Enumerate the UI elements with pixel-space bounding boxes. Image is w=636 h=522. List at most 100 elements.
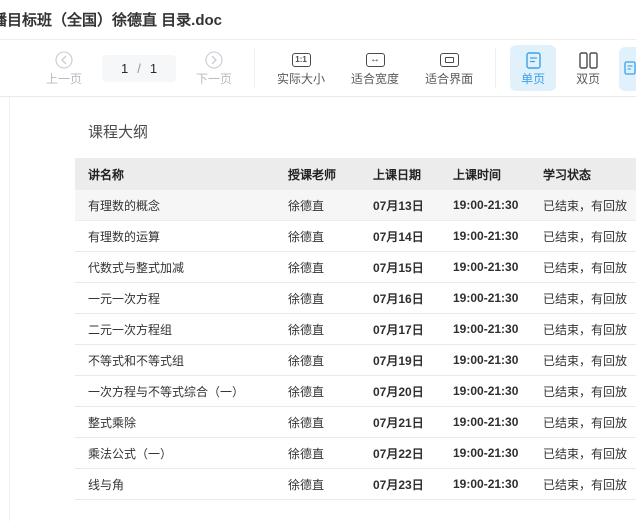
toolbar-divider [254, 48, 255, 88]
table-cell: 07月16日 [365, 290, 445, 307]
table-cell: 徐德直 [280, 383, 365, 400]
single-page-button[interactable]: 单页 [510, 45, 556, 91]
table-cell: 已结束，有回放 [535, 290, 636, 307]
table-cell: 19:00-21:30 [445, 322, 535, 336]
double-page-button[interactable]: 双页 [576, 51, 600, 85]
table-cell: 19:00-21:30 [445, 384, 535, 398]
table-header-cell: 授课老师 [280, 166, 365, 183]
table-cell: 已结束，有回放 [535, 197, 636, 214]
table-cell: 有理数的概念 [75, 197, 280, 214]
table-cell: 07月22日 [365, 445, 445, 462]
table-cell: 二元一次方程组 [75, 321, 280, 338]
page-total: 1 [150, 61, 157, 76]
page-current: 1 [121, 61, 128, 76]
table-row: 线与角徐德直07月23日19:00-21:30已结束，有回放 [75, 469, 636, 500]
chevron-left-circle-icon [55, 51, 73, 69]
next-page-button[interactable]: 下一页 [196, 51, 232, 85]
double-page-label: 双页 [576, 73, 600, 85]
table-row: 代数式与整式加减徐德直07月15日19:00-21:30已结束，有回放 [75, 252, 636, 283]
section-heading: 课程大纲 [88, 121, 636, 142]
prev-page-label: 上一页 [46, 73, 82, 85]
table-cell: 已结束，有回放 [535, 259, 636, 276]
table-cell: 徐德直 [280, 321, 365, 338]
table-cell: 线与角 [75, 476, 280, 493]
document-viewer: 播目标班（全国）徐德直 目录.doc 上一页 1 / 1 下一页 1:1 实际大… [0, 0, 636, 522]
document-title: 播目标班（全国）徐德直 目录.doc [0, 9, 222, 30]
table-cell: 已结束，有回放 [535, 445, 636, 462]
table-cell: 徐德直 [280, 445, 365, 462]
table-row: 一元一次方程徐德直07月16日19:00-21:30已结束，有回放 [75, 283, 636, 314]
prev-page-button[interactable]: 上一页 [46, 51, 82, 85]
horizontal-arrows-box-icon: ↔ [366, 51, 385, 69]
table-cell: 已结束，有回放 [535, 228, 636, 245]
table-cell: 07月17日 [365, 321, 445, 338]
toolbar-divider [495, 48, 496, 88]
cutoff-toolbar-button[interactable] [619, 47, 636, 91]
table-row: 乘法公式（一）徐德直07月22日19:00-21:30已结束，有回放 [75, 438, 636, 469]
document-page: 课程大纲 讲名称 授课老师 上课日期 上课时间 学习状态 有理数的概念徐德直07… [0, 97, 636, 521]
table-cell: 19:00-21:30 [445, 229, 535, 243]
page-separator: / [137, 61, 141, 76]
table-cell: 已结束，有回放 [535, 476, 636, 493]
fit-screen-label: 适合界面 [425, 73, 473, 85]
fit-width-label: 适合宽度 [351, 73, 399, 85]
table-row: 二元一次方程组徐德直07月17日19:00-21:30已结束，有回放 [75, 314, 636, 345]
table-header-cell: 讲名称 [75, 166, 280, 183]
table-cell: 19:00-21:30 [445, 198, 535, 212]
chevron-right-circle-icon [205, 51, 223, 69]
table-cell: 徐德直 [280, 259, 365, 276]
actual-size-label: 实际大小 [277, 73, 325, 85]
one-to-one-icon: 1:1 [292, 51, 311, 69]
table-cell: 19:00-21:30 [445, 477, 535, 491]
screen-box-icon [440, 51, 459, 69]
table-cell: 一次方程与不等式综合（一） [75, 383, 280, 400]
table-cell: 徐德直 [280, 197, 365, 214]
fit-screen-button[interactable]: 适合界面 [425, 51, 473, 85]
table-cell: 07月20日 [365, 383, 445, 400]
table-cell: 07月23日 [365, 476, 445, 493]
double-page-icon [579, 51, 598, 69]
table-row: 一次方程与不等式综合（一）徐德直07月20日19:00-21:30已结束，有回放 [75, 376, 636, 407]
table-cell: 已结束，有回放 [535, 352, 636, 369]
title-bar: 播目标班（全国）徐德直 目录.doc [0, 0, 636, 40]
table-cell: 乘法公式（一） [75, 445, 280, 462]
single-page-label: 单页 [521, 73, 545, 85]
page-edge-line [9, 97, 10, 521]
table-cell: 07月21日 [365, 414, 445, 431]
table-cell: 不等式和不等式组 [75, 352, 280, 369]
table-cell: 已结束，有回放 [535, 321, 636, 338]
table-header-row: 讲名称 授课老师 上课日期 上课时间 学习状态 [75, 158, 636, 190]
actual-size-button[interactable]: 1:1 实际大小 [277, 51, 325, 85]
fit-width-button[interactable]: ↔ 适合宽度 [351, 51, 399, 85]
table-row: 整式乘除徐德直07月21日19:00-21:30已结束，有回放 [75, 407, 636, 438]
table-cell: 徐德直 [280, 290, 365, 307]
table-body: 有理数的概念徐德直07月13日19:00-21:30已结束，有回放有理数的运算徐… [75, 190, 636, 500]
next-page-label: 下一页 [196, 73, 232, 85]
table-cell: 徐德直 [280, 414, 365, 431]
table-row: 不等式和不等式组徐德直07月19日19:00-21:30已结束，有回放 [75, 345, 636, 376]
table-cell: 07月13日 [365, 197, 445, 214]
table-cell: 一元一次方程 [75, 290, 280, 307]
cutoff-button-icon [624, 61, 636, 78]
table-cell: 07月14日 [365, 228, 445, 245]
single-page-icon [526, 51, 541, 69]
table-cell: 徐德直 [280, 228, 365, 245]
table-cell: 07月15日 [365, 259, 445, 276]
table-row: 有理数的运算徐德直07月14日19:00-21:30已结束，有回放 [75, 221, 636, 252]
course-table: 讲名称 授课老师 上课日期 上课时间 学习状态 有理数的概念徐德直07月13日1… [75, 158, 636, 500]
table-cell: 徐德直 [280, 352, 365, 369]
table-cell: 19:00-21:30 [445, 353, 535, 367]
table-cell: 07月19日 [365, 352, 445, 369]
table-header-cell: 上课日期 [365, 166, 445, 183]
table-cell: 19:00-21:30 [445, 415, 535, 429]
page-indicator: 1 / 1 [102, 55, 176, 82]
table-cell: 徐德直 [280, 476, 365, 493]
table-cell: 已结束，有回放 [535, 383, 636, 400]
table-row: 有理数的概念徐德直07月13日19:00-21:30已结束，有回放 [75, 190, 636, 221]
table-header-cell: 上课时间 [445, 166, 535, 183]
table-header-cell: 学习状态 [535, 166, 636, 183]
table-cell: 19:00-21:30 [445, 446, 535, 460]
table-cell: 19:00-21:30 [445, 291, 535, 305]
table-cell: 19:00-21:30 [445, 260, 535, 274]
table-cell: 有理数的运算 [75, 228, 280, 245]
